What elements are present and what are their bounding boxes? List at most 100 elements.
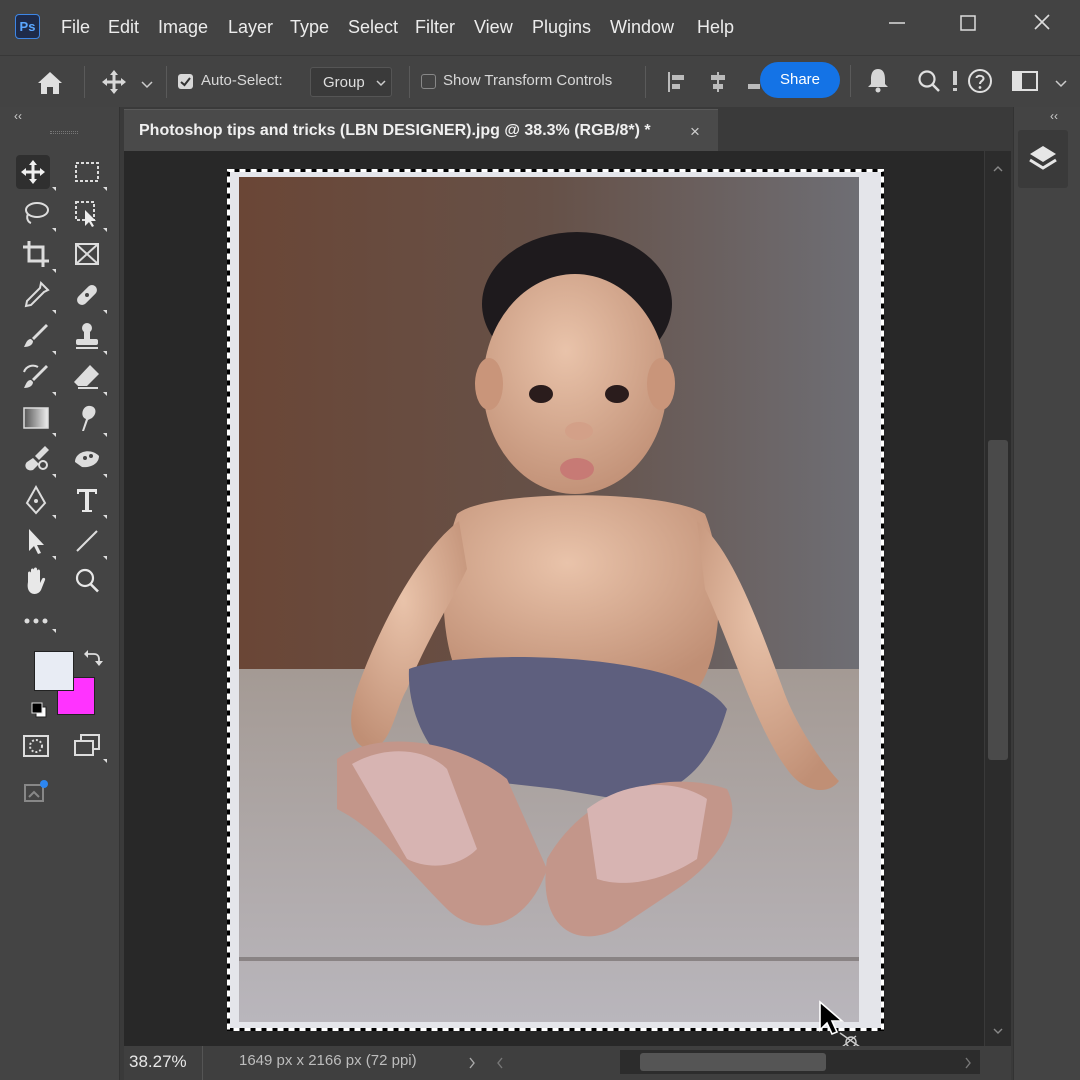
sponge-icon (75, 451, 99, 468)
arrow-pointer-icon (29, 529, 44, 554)
warning-icon[interactable] (951, 70, 959, 92)
scroll-down-icon[interactable] (992, 1027, 1004, 1035)
help-button[interactable] (966, 67, 994, 95)
clone-stamp-tool[interactable] (70, 319, 104, 353)
history-brush-icon (23, 364, 48, 388)
line-icon (76, 530, 98, 552)
path-selection-tool[interactable] (19, 524, 53, 558)
align-left-icon[interactable] (666, 70, 690, 94)
auto-select-target-select[interactable]: Group (310, 67, 392, 97)
layers-panel-button[interactable] (1018, 130, 1068, 188)
pen-tool[interactable] (19, 483, 53, 517)
smudge-tool[interactable] (70, 401, 104, 435)
menu-select[interactable]: Select (348, 17, 398, 38)
close-tab-button[interactable]: × (690, 122, 700, 142)
type-tool[interactable] (70, 483, 104, 517)
marquee-tool[interactable] (70, 155, 104, 189)
menu-file[interactable]: File (61, 17, 90, 38)
eraser-tool[interactable] (70, 360, 104, 394)
screen-mode-button[interactable] (70, 729, 104, 763)
show-transform-label: Show Transform Controls (443, 72, 613, 89)
menu-image[interactable]: Image (158, 17, 208, 38)
zoom-tool[interactable] (70, 564, 104, 598)
chevron-down-icon (376, 80, 386, 87)
share-button[interactable]: Share (760, 62, 840, 98)
workspace-button[interactable] (1011, 69, 1041, 93)
document-tab[interactable]: Photoshop tips and tricks (LBN DESIGNER)… (124, 109, 718, 151)
scroll-up-icon[interactable] (992, 165, 1004, 173)
vertical-scroll-thumb[interactable] (988, 440, 1008, 760)
healing-brush-tool[interactable] (70, 278, 104, 312)
move-tool-preset[interactable] (100, 68, 128, 96)
document-info: 1649 px x 2166 px (72 ppi) (239, 1052, 417, 1069)
menu-layer[interactable]: Layer (228, 17, 273, 38)
color-swap-icon (25, 446, 49, 471)
maximize-button[interactable] (948, 8, 988, 38)
minimize-button[interactable] (876, 8, 916, 38)
scroll-right-icon[interactable] (964, 1056, 972, 1070)
chevron-down-icon[interactable] (140, 77, 154, 89)
bandage-icon (77, 285, 97, 305)
move-tool[interactable] (16, 155, 50, 189)
zoom-level[interactable]: 38.27% (129, 1052, 187, 1072)
chevron-down-icon[interactable] (1054, 76, 1068, 88)
gradient-icon (23, 407, 49, 429)
menu-type[interactable]: Type (290, 17, 329, 38)
line-tool[interactable] (70, 524, 104, 558)
menu-edit[interactable]: Edit (108, 17, 139, 38)
layers-icon (1029, 146, 1057, 170)
move-icon (102, 70, 126, 94)
frame-tool[interactable] (70, 237, 104, 271)
help-icon (968, 69, 992, 93)
eyedropper-icon (24, 280, 50, 308)
history-brush-tool[interactable] (19, 360, 53, 394)
document-title: Photoshop tips and tricks (LBN DESIGNER)… (139, 122, 651, 139)
edit-toolbar-button[interactable] (19, 605, 53, 639)
foreground-color-swatch[interactable] (34, 651, 74, 691)
swap-colors-button[interactable] (84, 648, 104, 668)
show-transform-checkbox[interactable] (421, 74, 436, 89)
close-window-button[interactable] (1022, 8, 1062, 38)
hand-tool[interactable] (19, 564, 53, 598)
minimize-icon (889, 22, 905, 24)
arrow-cursor-icon (819, 1000, 861, 1048)
object-select-icon (75, 201, 96, 227)
group-select-value: Group (323, 74, 365, 91)
menu-plugins[interactable]: Plugins (532, 17, 591, 38)
sponge-tool[interactable] (70, 442, 104, 476)
right-panel-dock: ‹‹ (1013, 107, 1080, 1080)
chevron-right-icon[interactable] (468, 1056, 476, 1070)
frame-icon (75, 243, 99, 265)
horizontal-scroll-thumb[interactable] (640, 1053, 826, 1071)
search-button[interactable] (915, 67, 943, 95)
brush-tool[interactable] (19, 319, 53, 353)
menu-window[interactable]: Window (610, 17, 674, 38)
notifications-button[interactable] (864, 66, 892, 94)
crop-tool[interactable] (19, 237, 53, 271)
collapse-tools-icon[interactable]: ‹‹ (14, 109, 22, 123)
lasso-tool[interactable] (19, 196, 53, 230)
collapse-panels-icon[interactable]: ‹‹ (1050, 109, 1058, 123)
panel-grip[interactable] (50, 131, 78, 134)
default-colors-button[interactable] (30, 701, 48, 719)
eyedropper-tool[interactable] (19, 278, 53, 312)
align-center-icon[interactable] (706, 70, 730, 94)
menu-help[interactable]: Help (697, 17, 734, 38)
generative-fill-button[interactable] (19, 775, 53, 809)
quick-mask-button[interactable] (19, 729, 53, 763)
home-button[interactable] (34, 69, 66, 97)
auto-select-label: Auto-Select: (201, 72, 283, 89)
document-photo[interactable] (227, 169, 884, 1031)
menu-view[interactable]: View (474, 17, 513, 38)
menu-filter[interactable]: Filter (415, 17, 455, 38)
pen-icon (25, 484, 47, 515)
status-bar: 38.27% 1649 px x 2166 px (72 ppi) (124, 1046, 1011, 1080)
align-right-icon[interactable] (746, 70, 760, 94)
object-selection-tool[interactable] (70, 196, 104, 230)
scroll-left-icon[interactable] (496, 1056, 504, 1070)
color-replacement-tool[interactable] (19, 442, 53, 476)
generative-icon (24, 780, 48, 802)
auto-select-checkbox[interactable] (178, 74, 193, 89)
gradient-tool[interactable] (19, 401, 53, 435)
move-icon (21, 160, 45, 184)
